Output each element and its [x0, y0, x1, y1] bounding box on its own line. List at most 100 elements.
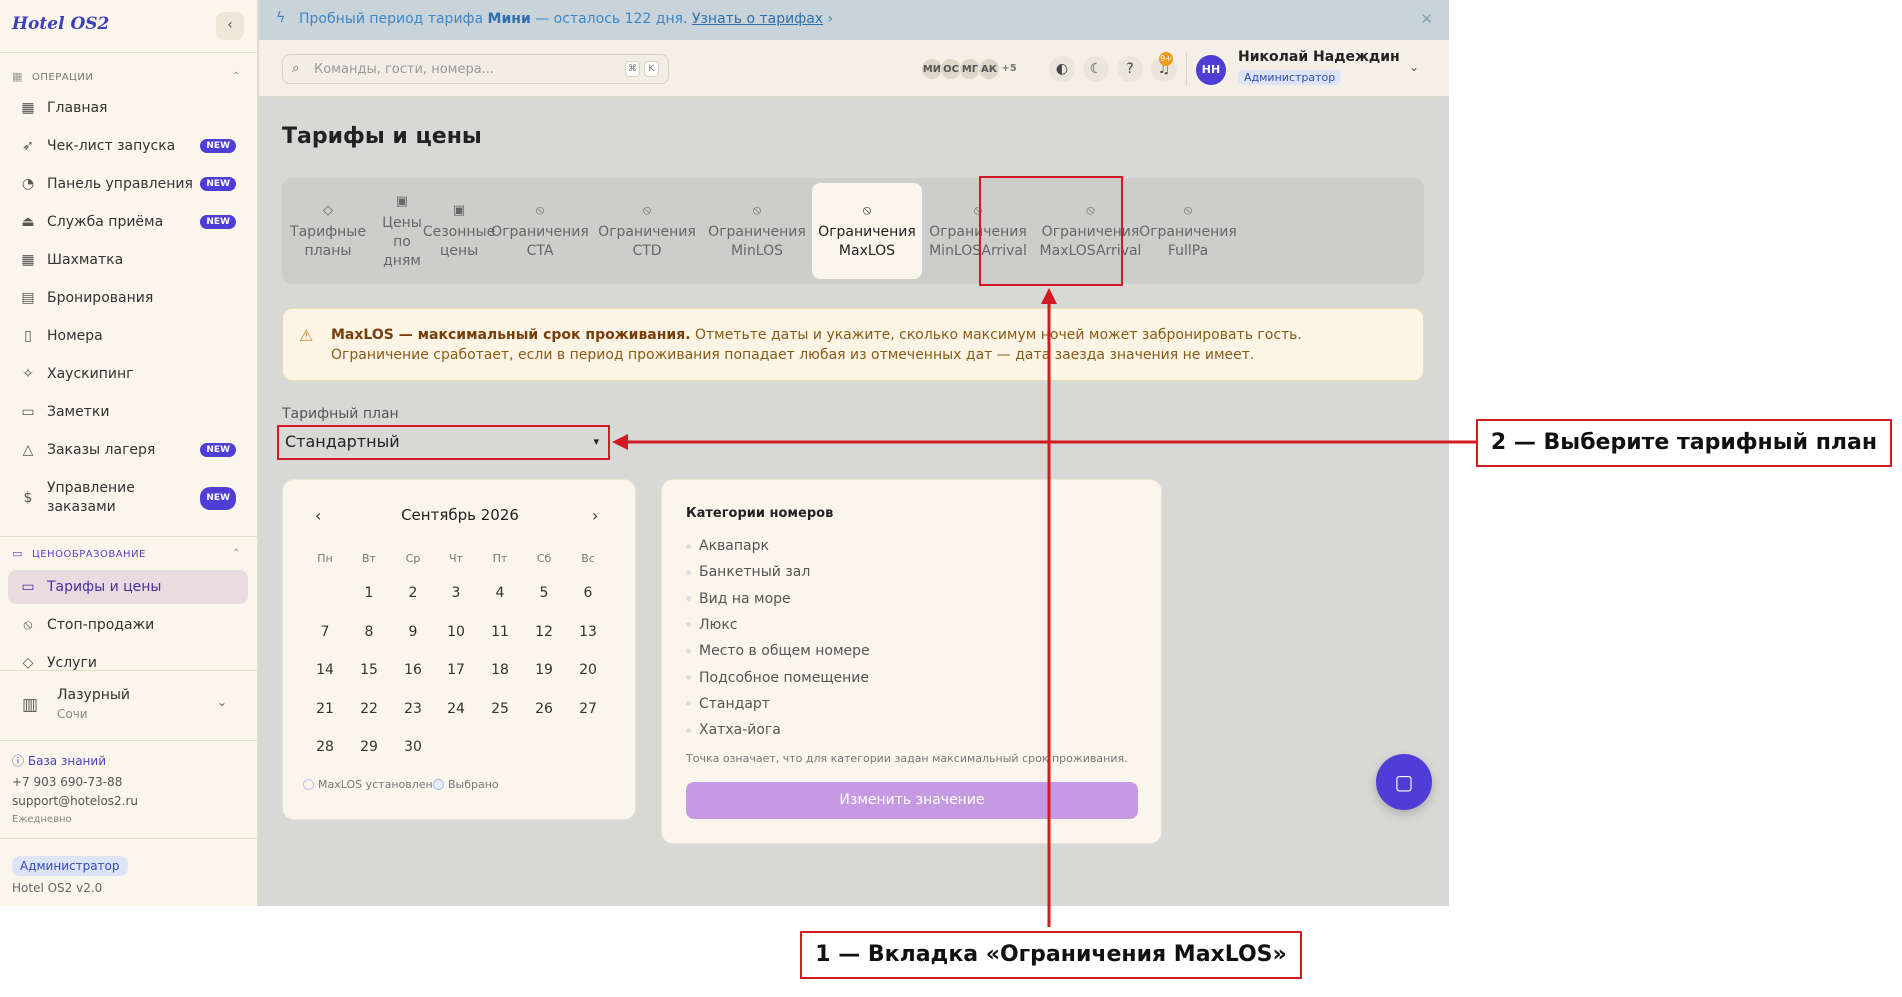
help-icon[interactable]: ?	[1117, 56, 1143, 82]
calendar-day[interactable]: 30	[391, 739, 435, 755]
tab-5[interactable]: ⦸ Ограничения MinLOS	[702, 178, 812, 284]
support-email[interactable]: support@hotelos2.ru	[12, 794, 138, 808]
info-alert: ⚠ MaxLOS — максимальный срок проживания.…	[282, 308, 1424, 381]
support-phone[interactable]: +7 903 690-73-88	[12, 775, 122, 789]
calendar-day[interactable]: 24	[434, 701, 478, 717]
sidebar-item-3[interactable]: ⏏ Служба приёма NEW	[8, 205, 248, 239]
pricing-link[interactable]: Узнать о тарифах	[692, 11, 823, 27]
page-title: Тарифы и цены	[282, 124, 482, 149]
new-badge: NEW	[200, 139, 236, 153]
calendar-day[interactable]: 27	[566, 701, 610, 717]
calendar-day[interactable]: 11	[478, 624, 522, 640]
calendar-day[interactable]: 25	[478, 701, 522, 717]
rocket-icon: ➶	[22, 138, 34, 154]
door-icon: ▯	[24, 328, 32, 344]
hotel-switcher[interactable]: ▥ Лазурный Сочи ⌄	[12, 685, 242, 727]
help-icon: ⓘ	[12, 754, 25, 768]
calendar-day[interactable]: 5	[522, 585, 566, 601]
calendar-day[interactable]: 3	[434, 585, 478, 601]
sidebar-item-2[interactable]: ◔ Панель управления NEW	[8, 167, 248, 201]
chevron-up-icon: ⌃	[232, 71, 241, 82]
calendar-day[interactable]: 21	[303, 701, 347, 717]
chat-icon: ▢	[1394, 770, 1414, 794]
moon-icon[interactable]: ☾	[1083, 56, 1109, 82]
sidebar-item-5[interactable]: ▤ Бронирования	[8, 281, 248, 315]
chevron-right-icon[interactable]: ›	[592, 506, 598, 525]
user-avatar[interactable]: НН	[1196, 55, 1226, 85]
calendar-day[interactable]: 14	[303, 662, 347, 678]
calendar-day[interactable]: 18	[478, 662, 522, 678]
knowledge-base-link[interactable]: ⓘ База знаний	[12, 752, 106, 769]
search-input[interactable]: ⌕ Команды, гости, номера... ⌘ K	[282, 54, 669, 84]
sidebar-item-8[interactable]: ▭ Заметки	[8, 395, 248, 429]
calendar-day[interactable]: 6	[566, 585, 610, 601]
chevron-right-icon: ›	[827, 11, 834, 27]
chevron-left-icon: ‹	[227, 17, 233, 33]
divider	[0, 670, 258, 671]
calendar-day[interactable]: 2	[391, 585, 435, 601]
clipboard-icon: ▤	[21, 290, 35, 306]
sidebar-item-rates[interactable]: ▭ Тарифы и цены	[8, 570, 248, 604]
collapse-sidebar-button[interactable]: ‹	[216, 12, 244, 40]
sidebar-item-4[interactable]: ▦ Шахматка	[8, 243, 248, 277]
calendar-day[interactable]: 29	[347, 739, 391, 755]
callout-1: 1 — Вкладка «Ограничения MaxLOS»	[800, 931, 1302, 979]
calendar-day[interactable]: 1	[347, 585, 391, 601]
chevron-down-icon[interactable]: ⌄	[1409, 60, 1419, 74]
calendar-day[interactable]: 9	[391, 624, 435, 640]
card-icon: ▭	[21, 579, 35, 595]
sidebar-item-0[interactable]: ▦ Главная	[8, 91, 248, 125]
kbd-cmd: ⌘	[625, 61, 640, 77]
calendar-day[interactable]: 15	[347, 662, 391, 678]
user-name[interactable]: Николай Надеждин	[1238, 49, 1400, 65]
sidebar-item-9[interactable]: △ Заказы лагеря NEW	[8, 433, 248, 467]
calendar-day[interactable]: 26	[522, 701, 566, 717]
calendar-day[interactable]: 7	[303, 624, 347, 640]
calendar-day[interactable]: 12	[522, 624, 566, 640]
calendar-day[interactable]: 8	[347, 624, 391, 640]
online-users[interactable]: МИ ОС МГ АК +5	[921, 58, 1018, 80]
calendar-day[interactable]: 20	[566, 662, 610, 678]
calendar-day[interactable]: 23	[391, 701, 435, 717]
category-item: Подсобное помещение	[686, 670, 869, 686]
tent-icon: △	[22, 442, 34, 458]
room-categories-panel: Категории номеров Точка означает, что дл…	[661, 479, 1162, 844]
user-role-badge: Администратор	[1238, 70, 1342, 85]
change-value-button[interactable]: Изменить значение	[686, 782, 1138, 819]
new-badge: NEW	[200, 486, 236, 510]
calendar-day[interactable]: 16	[391, 662, 435, 678]
tab-3[interactable]: ⦸ Ограничения CTA	[488, 178, 592, 284]
calendar-day[interactable]: 17	[434, 662, 478, 678]
sidebar-item-7[interactable]: ✧ Хаускипинг	[8, 357, 248, 391]
sidebar-item-1[interactable]: ➶ Чек-лист запуска NEW	[8, 129, 248, 163]
ban-icon: ⦸	[1183, 203, 1193, 218]
weekday-label: Ср	[405, 552, 421, 565]
tab-0[interactable]: ◇ Тарифные планы	[282, 178, 374, 284]
calendar-day[interactable]: 22	[347, 701, 391, 717]
tab-2[interactable]: ▣ Сезонные цены	[423, 178, 495, 284]
dollar-icon: $	[23, 489, 33, 506]
calendar-day[interactable]: 10	[434, 624, 478, 640]
tab-9[interactable]: ⦸ Ограничения FullPa	[1139, 178, 1237, 284]
calendar-day[interactable]: 19	[522, 662, 566, 678]
calendar-icon: ▣	[452, 203, 466, 218]
section-pricing[interactable]: ▭ ЦЕНООБРАЗОВАНИЕ ⌃	[12, 548, 246, 560]
palette-icon[interactable]: ◐	[1049, 56, 1075, 82]
section-operations[interactable]: ▦ ОПЕРАЦИИ ⌃	[12, 71, 246, 83]
calendar-day[interactable]: 4	[478, 585, 522, 601]
lightning-icon: ϟ	[276, 10, 286, 26]
notification-badge: 9+	[1159, 52, 1173, 66]
tab-1[interactable]: ▣ Цены по дням	[374, 178, 430, 284]
app-version: Hotel OS2 v2.0	[12, 881, 103, 895]
chat-button[interactable]: ▢	[1376, 754, 1432, 810]
calendar-day[interactable]: 13	[566, 624, 610, 640]
sidebar-item-6[interactable]: ▯ Номера	[8, 319, 248, 353]
tab-4[interactable]: ⦸ Ограничения CTD	[592, 178, 702, 284]
close-icon[interactable]: ✕	[1420, 10, 1433, 28]
sidebar-item-services[interactable]: ◇ Услуги	[8, 646, 248, 680]
tab-6[interactable]: ⦸ Ограничения MaxLOS	[812, 183, 922, 279]
calendar-day[interactable]: 28	[303, 739, 347, 755]
sidebar-item-stop-sales[interactable]: ⦸ Стоп-продажи	[8, 608, 248, 642]
sidebar-item-10[interactable]: $ Управление заказами NEW	[8, 476, 248, 520]
tabs-bar: ◇ Тарифные планы ▣ Цены по дням ▣ Сезонные це…	[282, 178, 1424, 284]
